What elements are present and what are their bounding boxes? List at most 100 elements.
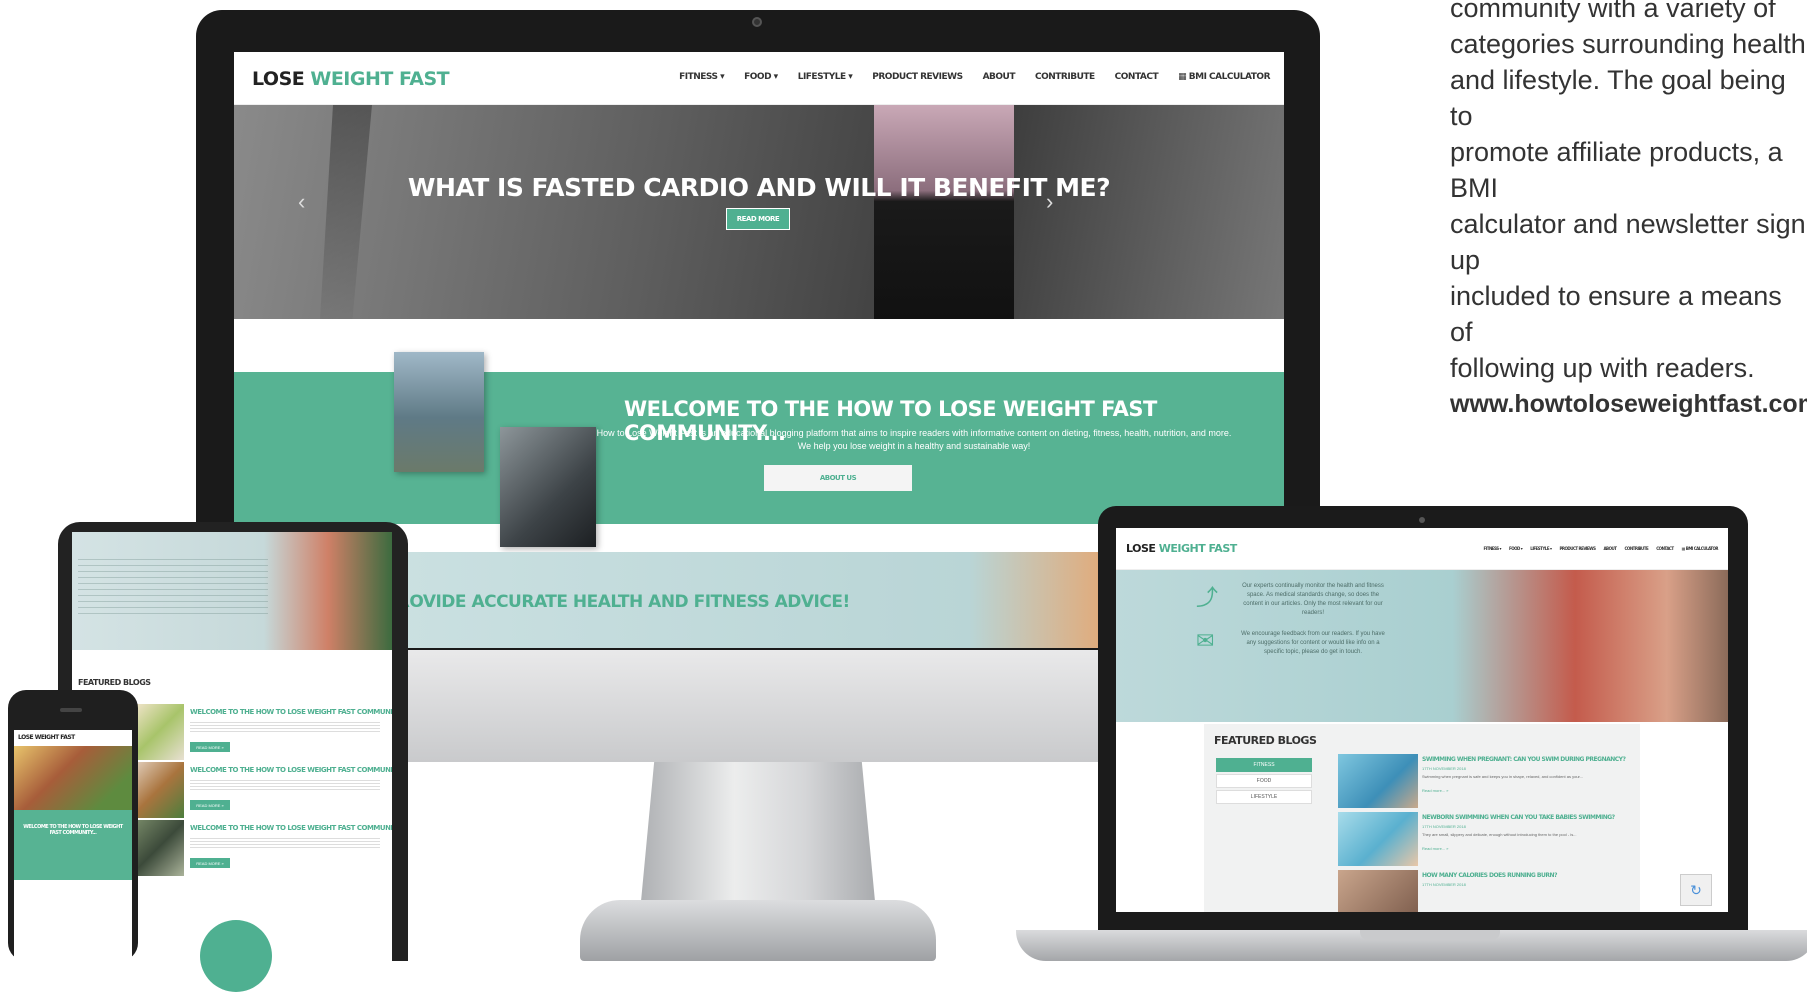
list-item: HOW MANY CALORIES DOES RUNNING BURN? 17T… [1338,870,1638,912]
nav-food[interactable]: FOOD ▾ [1509,546,1523,551]
laptop-notch [1360,930,1500,940]
desc-line: community with a variety of [1450,0,1776,23]
tab-fitness[interactable]: FITNESS [1216,758,1312,772]
nav-fitness[interactable]: FITNESS ▾ [679,72,725,82]
imac-foot [580,900,936,961]
tab-lifestyle[interactable]: LIFESTYLE [1216,790,1312,804]
list-item: SWIMMING WHEN PREGNANT: CAN YOU SWIM DUR… [1338,754,1638,812]
post-date: 17TH NOVEMBER 2018 [1422,882,1466,887]
about-us-button[interactable]: ABOUT US [764,465,912,491]
tablet-circle-graphic [200,920,272,992]
nav-contact[interactable]: CONTACT [1656,546,1674,551]
post-title[interactable]: WELCOME TO THE HOW TO LOSE WEIGHT FAST C… [190,766,392,774]
tablet-featured-title: FEATURED BLOGS [78,678,151,687]
laptop-site-header: LOSE WEIGHT FAST FITNESS ▾ FOOD ▾ LIFEST… [1116,528,1728,570]
recaptcha-icon[interactable]: ↻ [1680,874,1712,906]
site-logo[interactable]: LOSE WEIGHT FAST [1126,542,1237,555]
post-title[interactable]: WELCOME TO THE HOW TO LOSE WEIGHT FAST C… [190,708,392,716]
nav-contact[interactable]: CONTACT [1115,72,1159,82]
nav-about[interactable]: ABOUT [1603,546,1617,551]
phone-welcome: WELCOME TO THE HOW TO LOSE WEIGHT FAST C… [14,810,132,880]
post-excerpt: They are small, slippery and delicate, e… [1422,832,1577,837]
nav-contribute[interactable]: CONTRIBUTE [1624,546,1648,551]
nav-contribute[interactable]: CONTRIBUTE [1035,72,1095,82]
nav-product-reviews[interactable]: PRODUCT REVIEWS [1559,546,1595,551]
post-thumbnail [1338,812,1418,866]
tab-food[interactable]: FOOD [1216,774,1312,788]
imac-stand [640,762,876,912]
desc-line: categories surrounding health [1450,29,1806,59]
nav-lifestyle[interactable]: LIFESTYLE ▾ [798,72,853,82]
read-more-button[interactable]: READ MORE » [190,742,230,752]
nav-about[interactable]: ABOUT [983,72,1016,82]
post-excerpt [190,778,380,790]
post-thumbnail [1338,754,1418,808]
camera-icon [752,17,762,27]
camera-icon [1419,517,1425,523]
post-title[interactable]: WELCOME TO THE HOW TO LOSE WEIGHT FAST C… [190,824,392,832]
post-title[interactable]: SWIMMING WHEN PREGNANT: CAN YOU SWIM DUR… [1422,756,1626,763]
list-item: WELCOME TO THE HOW TO LOSE WEIGHT FAST C… [132,762,392,822]
welcome-body: How to Lose Weight Fast is an educationa… [596,428,1232,451]
featured-blogs-title: FEATURED BLOGS [1214,734,1317,747]
post-date: 17TH NOVEMBER 2018 [1422,766,1466,771]
desc-line: promote affiliate products, a BMI [1450,137,1783,203]
read-more-button[interactable]: READ MORE » [190,858,230,868]
desc-line: following up with readers. [1450,353,1755,383]
post-thumbnail [132,762,184,818]
read-more-button[interactable]: READ MORE » [190,800,230,810]
site-logo[interactable]: LOSE WEIGHT FAST [252,68,450,90]
phone-hero [14,746,132,810]
desc-line: and lifestyle. The goal being to [1450,65,1786,131]
hero-slider: WHAT IS FASTED CARDIO AND WILL IT BENEFI… [234,105,1284,319]
hero-photo-runner [874,105,1014,319]
nav-product-reviews[interactable]: PRODUCT REVIEWS [872,72,963,82]
desc-line: included to ensure a means of [1450,281,1782,347]
phone-website: LOSE WEIGHT FAST WELCOME TO THE HOW TO L… [14,730,132,961]
hero-photo-shadow [320,105,372,319]
phone-logo[interactable]: LOSE WEIGHT FAST [14,730,132,746]
read-more-link[interactable]: Read more... » [1422,846,1448,851]
advice-title: WE PROVIDE ACCURATE HEALTH AND FITNESS A… [350,592,850,612]
read-more-button[interactable]: READ MORE [726,208,790,230]
list-item: NEWBORN SWIMMING WHEN CAN YOU TAKE BABIE… [1338,812,1638,870]
laptop-hero-text-2: We encourage feedback from our readers. … [1241,631,1385,655]
post-title[interactable]: HOW MANY CALORIES DOES RUNNING BURN? [1422,872,1557,879]
post-excerpt [190,720,380,732]
main-nav: FITNESS ▾ FOOD ▾ LIFESTYLE ▾ PRODUCT REV… [679,72,1270,82]
laptop-nav: FITNESS ▾ FOOD ▾ LIFESTYLE ▾ PRODUCT REV… [1484,546,1719,551]
nav-bmi-calculator[interactable]: ▦ BMI CALCULATOR [1682,546,1719,551]
tablet-hero [72,532,392,650]
post-date: 17TH NOVEMBER 2018 [1422,824,1466,829]
laptop-website: LOSE WEIGHT FAST FITNESS ▾ FOOD ▾ LIFEST… [1116,528,1728,912]
mail-icon: ✉ [1196,628,1215,653]
project-description: community with a variety of categories s… [1450,0,1807,422]
nav-food[interactable]: FOOD ▾ [744,72,778,82]
list-item: WELCOME TO THE HOW TO LOSE WEIGHT FAST C… [132,704,392,764]
phone-welcome-title: WELCOME TO THE HOW TO LOSE WEIGHT FAST C… [23,824,123,836]
trend-chart-icon: ⤴ [1196,585,1219,610]
post-title[interactable]: NEWBORN SWIMMING WHEN CAN YOU TAKE BABIE… [1422,814,1615,821]
tablet-hero-text [78,554,268,614]
laptop-hero: ⤴ Our experts continually monitor the he… [1116,570,1728,722]
slider-prev-arrow-icon[interactable]: ‹ [298,189,305,215]
list-item: WELCOME TO THE HOW TO LOSE WEIGHT FAST C… [132,820,392,880]
slider-next-arrow-icon[interactable]: › [1046,189,1053,215]
barbell-photo [500,427,596,547]
nav-lifestyle[interactable]: LIFESTYLE ▾ [1530,546,1552,551]
site-header: LOSE WEIGHT FAST FITNESS ▾ FOOD ▾ LIFEST… [234,52,1284,105]
nav-bmi-calculator[interactable]: ▦ BMI CALCULATOR [1178,72,1270,82]
hero-title: WHAT IS FASTED CARDIO AND WILL IT BENEFI… [407,173,1111,202]
post-thumbnail [132,704,184,760]
laptop-hero-text-1: Our experts continually monitor the heal… [1242,583,1384,616]
read-more-link[interactable]: Read more... » [1422,788,1448,793]
post-excerpt [190,836,380,848]
post-thumbnail [1338,870,1418,912]
post-excerpt: Swimming when pregnant is safe and keeps… [1422,774,1583,779]
desc-line: calculator and newsletter sign up [1450,209,1806,275]
post-thumbnail [132,820,184,876]
phone-speaker [60,708,82,712]
site-url-link[interactable]: www.howtoloseweightfast.com [1450,386,1807,422]
nav-fitness[interactable]: FITNESS ▾ [1484,546,1502,551]
mountain-lake-photo [394,352,484,472]
